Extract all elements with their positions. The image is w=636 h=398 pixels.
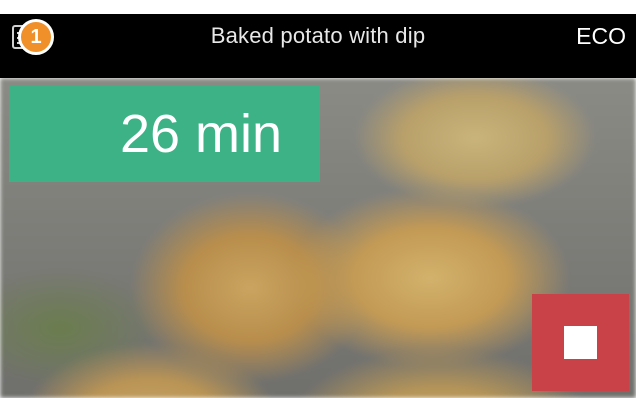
stop-icon xyxy=(564,326,597,359)
oven-screen: 1 Baked potato with dip ECO 26 min xyxy=(0,0,636,398)
timer-panel: 26 min xyxy=(9,86,393,182)
top-bar: 1 Baked potato with dip ECO xyxy=(0,14,636,78)
remaining-time: 26 min xyxy=(119,104,283,164)
stop-button[interactable] xyxy=(532,294,629,391)
eco-mode-indicator[interactable]: ECO xyxy=(576,14,626,58)
program-title: Baked potato with dip xyxy=(210,23,426,48)
